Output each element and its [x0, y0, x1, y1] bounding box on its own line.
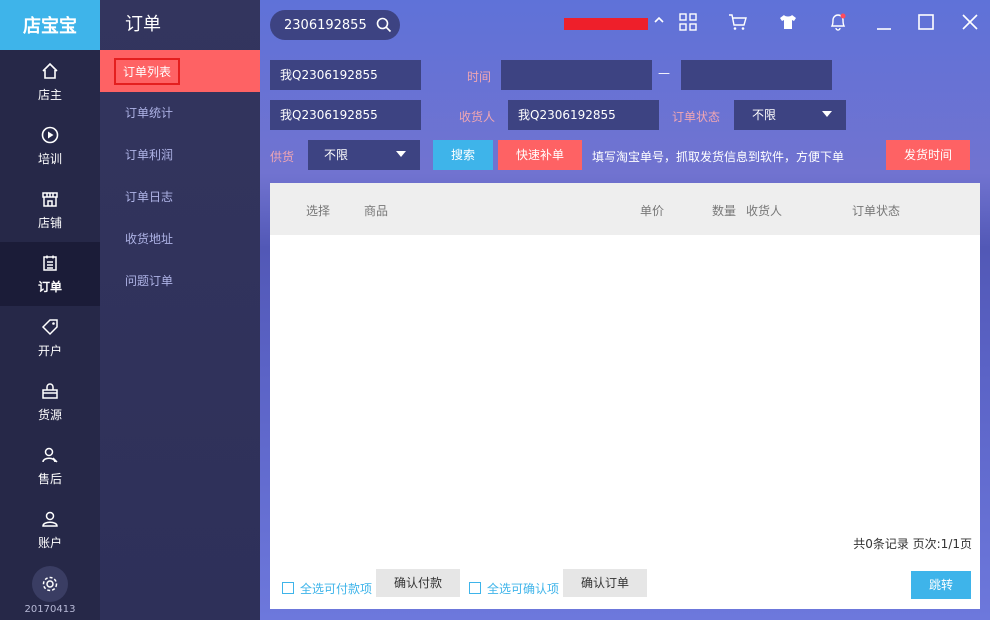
supply-select-value: 不限	[324, 148, 349, 162]
supply-label: 供货	[270, 150, 295, 164]
subnav-item-address[interactable]: 收货地址	[100, 218, 260, 260]
main-panel: 2306192855 我Q2306192855 时间 — 我Q230619285…	[260, 0, 990, 620]
grid-icon[interactable]	[678, 12, 698, 32]
user-icon	[42, 511, 58, 527]
tag-icon	[41, 318, 58, 335]
nav-item-training[interactable]: 培训	[0, 114, 100, 178]
search-button[interactable]: 搜索	[433, 140, 493, 170]
minimize-icon[interactable]	[874, 12, 894, 32]
cart-icon[interactable]	[728, 12, 748, 32]
subnav-item-order-list[interactable]: 订单列表	[100, 50, 260, 92]
table-footer: 全选可付款项 确认付款 全选可确认项 确认订单	[270, 569, 980, 609]
page-info: 共0条记录 页次:1/1页	[853, 537, 972, 551]
time-separator: —	[658, 66, 670, 80]
nav-item-account[interactable]: 账户	[0, 498, 100, 562]
subnav-item-order-log[interactable]: 订单日志	[100, 176, 260, 218]
nav-label: 售后	[37, 471, 62, 486]
nav-item-open-account[interactable]: 开户	[0, 306, 100, 370]
nav-item-home[interactable]: 店主	[0, 50, 100, 114]
col-product: 商品	[364, 204, 389, 218]
table-header: 选择 商品 单价 数量 收货人 订单状态	[270, 183, 980, 235]
status-select[interactable]: 不限	[734, 100, 846, 130]
hint-text: 填写淘宝单号，抓取发货信息到软件，方便下单	[592, 150, 845, 164]
col-receiver: 收货人	[746, 204, 783, 218]
nav-label: 货源	[37, 407, 62, 422]
order-icon	[43, 255, 57, 271]
redacted-username	[564, 18, 648, 30]
maximize-icon[interactable]	[916, 12, 936, 32]
time-end-field[interactable]	[681, 60, 832, 90]
brand-logo: 店宝宝	[0, 0, 100, 50]
status-label: 订单状态	[672, 110, 721, 124]
nav-item-supply[interactable]: 货源	[0, 370, 100, 434]
select-confirmable-checkbox[interactable]	[469, 582, 481, 594]
supply-select[interactable]: 不限	[308, 140, 420, 170]
order-table: 选择 商品 单价 数量 收货人 订单状态 共0条记录 页次:1/1页 全选可付款…	[270, 183, 980, 609]
nav-item-after-sale[interactable]: 售后	[0, 434, 100, 498]
status-select-value: 不限	[752, 108, 777, 122]
chevron-down-icon	[396, 151, 406, 157]
subnav-item-label: 订单列表	[114, 57, 181, 85]
nav-label: 培训	[37, 151, 62, 166]
ship-time-button[interactable]: 发货时间	[886, 140, 970, 170]
play-icon	[41, 126, 59, 143]
store-icon	[42, 191, 58, 207]
subnav-item-problem-orders[interactable]: 问题订单	[100, 260, 260, 302]
nav-label: 账户	[37, 535, 62, 550]
gear-icon	[42, 576, 58, 592]
bell-icon[interactable]	[828, 12, 848, 32]
goto-page-button[interactable]: 跳转	[911, 571, 971, 599]
receiver-field[interactable]: 我Q2306192855	[508, 100, 659, 130]
chevron-down-icon	[822, 111, 832, 117]
top-search-box[interactable]: 2306192855	[270, 10, 400, 40]
supply-icon	[42, 382, 58, 399]
confirm-order-button[interactable]: 确认订单	[563, 569, 647, 597]
confirm-pay-button[interactable]: 确认付款	[376, 569, 460, 597]
nav-label: 开户	[37, 343, 62, 358]
select-confirmable-label[interactable]: 全选可确认项	[487, 580, 559, 597]
buyer-field[interactable]: 我Q2306192855	[270, 100, 421, 130]
nav-item-store[interactable]: 店铺	[0, 178, 100, 242]
close-icon[interactable]	[960, 12, 980, 32]
settings-button[interactable]	[32, 566, 68, 602]
top-bar: 2306192855	[260, 0, 990, 50]
quick-fill-button[interactable]: 快速补单	[498, 140, 582, 170]
col-select: 选择	[306, 204, 331, 218]
left-nav: 店宝宝 店主 培训 店铺 订单 开户 货源 售后 账户 20170413	[0, 0, 100, 620]
nav-label: 店铺	[37, 215, 62, 230]
receiver-label: 收货人	[459, 110, 496, 124]
service-icon	[42, 447, 58, 463]
subnav-item-order-stats[interactable]: 订单统计	[100, 92, 260, 134]
nav-item-orders[interactable]: 订单	[0, 242, 100, 306]
time-label: 时间	[467, 70, 492, 84]
nav-label: 订单	[37, 279, 62, 294]
subnav-title: 订单	[125, 14, 161, 35]
search-icon[interactable]	[376, 17, 392, 33]
select-payable-checkbox[interactable]	[282, 582, 294, 594]
col-status: 订单状态	[852, 204, 901, 218]
subnav-item-order-profit[interactable]: 订单利润	[100, 134, 260, 176]
nav-label: 店主	[37, 87, 62, 102]
home-icon	[42, 62, 58, 79]
order-number-field[interactable]: 我Q2306192855	[270, 60, 421, 90]
top-search-value[interactable]: 2306192855	[284, 18, 366, 33]
col-price: 单价	[640, 204, 665, 218]
select-payable-label[interactable]: 全选可付款项	[300, 580, 372, 597]
version-label: 20170413	[24, 604, 76, 615]
shirt-icon[interactable]	[778, 12, 798, 32]
sub-nav: 订单 订单列表 订单统计 订单利润 订单日志 收货地址 问题订单	[100, 0, 260, 620]
time-start-field[interactable]	[501, 60, 652, 90]
col-quantity: 数量	[712, 204, 737, 218]
chevron-up-icon[interactable]	[652, 13, 666, 27]
